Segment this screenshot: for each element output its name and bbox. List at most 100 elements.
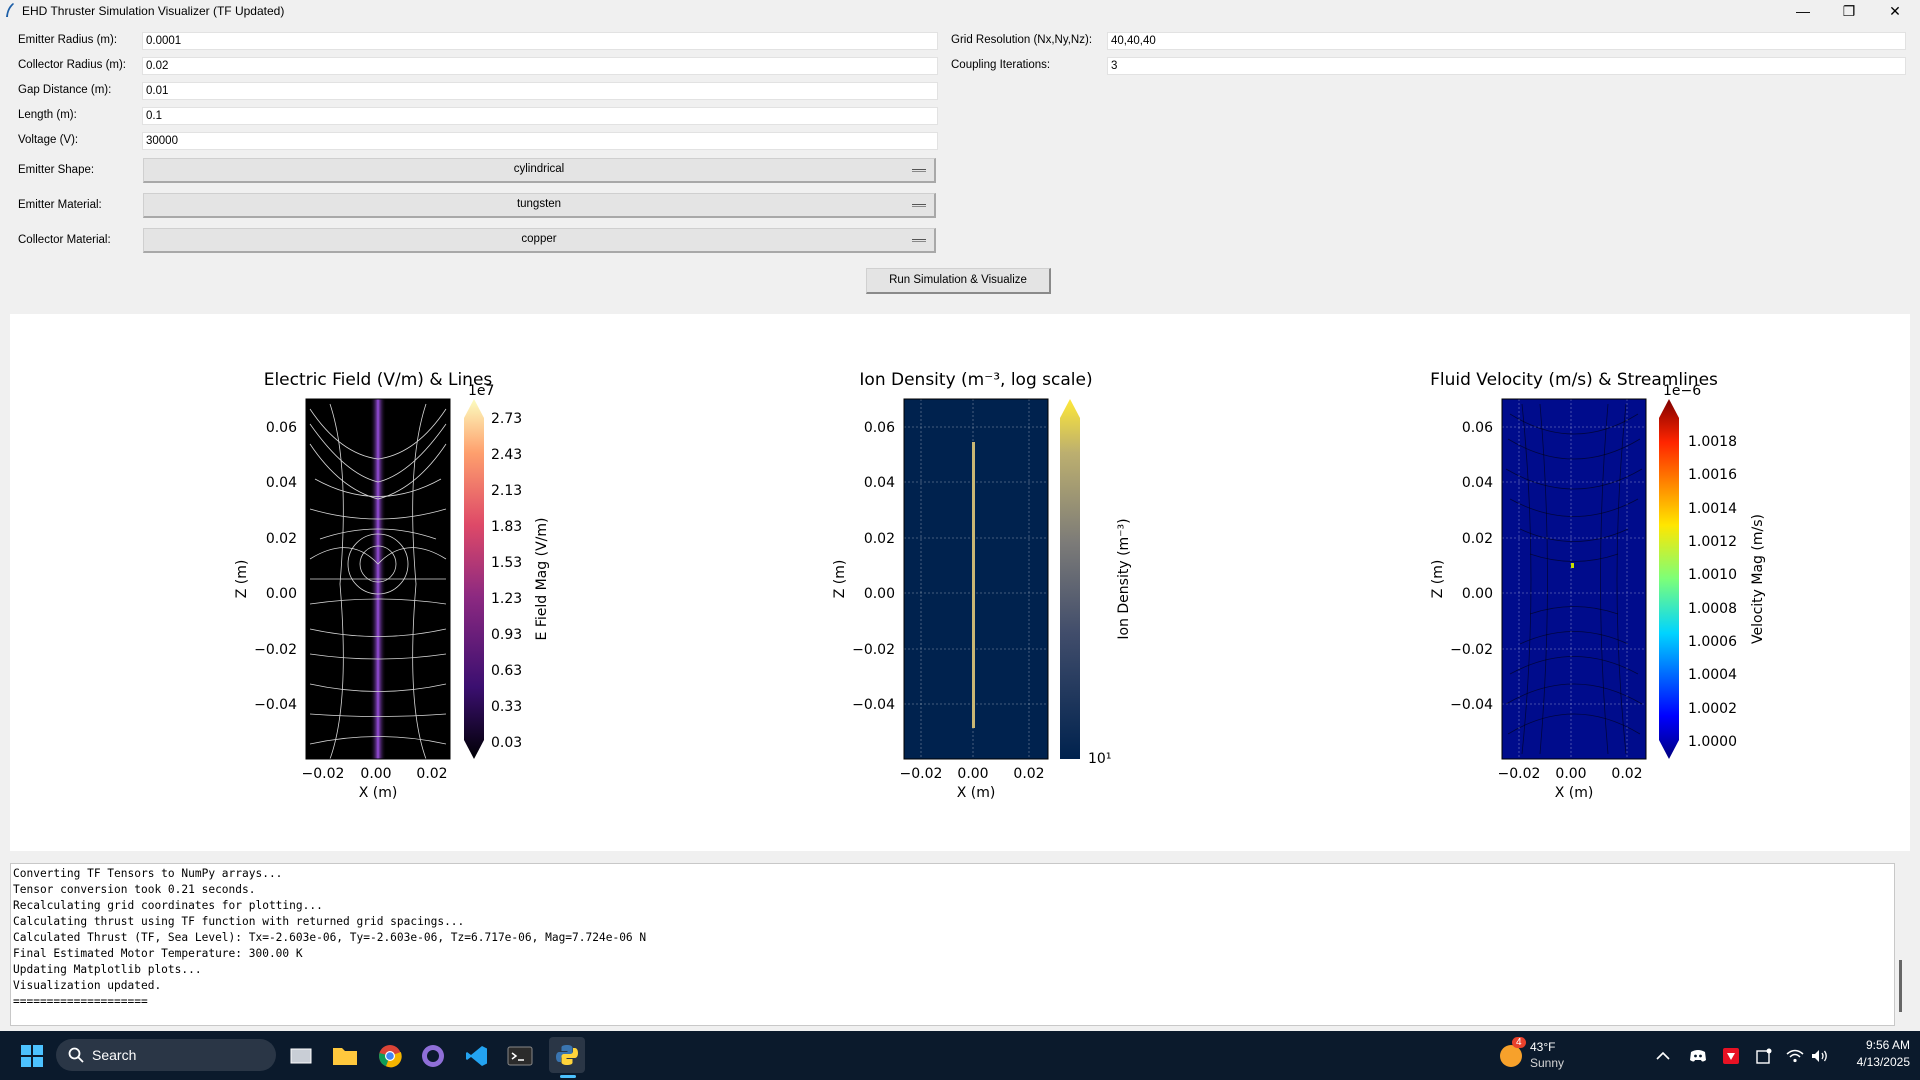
log-line: Calculating thrust using TF function wit…	[13, 915, 465, 928]
y-tick: −0.02	[254, 642, 297, 658]
length-input[interactable]: 0.1	[142, 107, 938, 125]
plot-canvas: Electric Field (V/m) & Lines 0.06 0.04 0…	[10, 314, 1910, 851]
x-axis-label: X (m)	[957, 785, 996, 801]
y-tick: 0.04	[266, 475, 297, 491]
taskbar-search[interactable]: Search	[56, 1039, 276, 1071]
gap-distance-input[interactable]: 0.01	[142, 82, 938, 100]
x-tick: −0.02	[1498, 766, 1541, 782]
y-tick: 0.04	[864, 475, 895, 491]
vscode-icon	[466, 1046, 487, 1066]
cbar-tick: 1.0010	[1688, 567, 1737, 583]
y-tick: 0.02	[266, 531, 297, 547]
restore-button[interactable]: ❐	[1826, 0, 1872, 22]
task-view-button[interactable]	[286, 1041, 316, 1071]
cbar-tick: 0.03	[491, 735, 522, 751]
velocity-spot	[1571, 563, 1574, 568]
discord-tray[interactable]	[1687, 1041, 1709, 1071]
volume-tray[interactable]	[1808, 1041, 1832, 1071]
file-explorer-button[interactable]	[330, 1041, 360, 1071]
weather-widget[interactable]: 4 43°F Sunny	[1498, 1037, 1618, 1073]
tray-overflow-button[interactable]	[1653, 1041, 1673, 1071]
emitter-shape-dropdown[interactable]: cylindrical	[143, 158, 936, 183]
x-tick: 0.02	[1611, 766, 1642, 782]
colorbar-label: Ion Density (m⁻³)	[1116, 518, 1132, 639]
close-button[interactable]: ✕	[1872, 0, 1918, 22]
log-output[interactable]: Converting TF Tensors to NumPy arrays...…	[10, 863, 1895, 1026]
cbar-tick: 1.53	[491, 555, 522, 571]
y-tick: 0.02	[1462, 531, 1493, 547]
search-icon	[68, 1047, 84, 1063]
collector-radius-label: Collector Radius (m):	[18, 59, 126, 71]
dropdown-indicator-icon	[912, 169, 926, 172]
clock[interactable]: 9:56 AM 4/13/2025	[1838, 1038, 1910, 1069]
emitter-material-dropdown[interactable]: tungsten	[143, 193, 936, 218]
cbar-tick: 1.0002	[1688, 701, 1737, 717]
cbar-tick: 0.63	[491, 663, 522, 679]
python-app-button[interactable]	[549, 1037, 585, 1073]
discord-icon	[1690, 1050, 1706, 1062]
windows-icon	[21, 1045, 43, 1067]
log-line: Visualization updated.	[13, 979, 162, 992]
weather-condition: Sunny	[1530, 1056, 1565, 1070]
y-tick: 0.00	[266, 586, 297, 602]
x-tick-labels: −0.02 0.00 0.02	[900, 766, 1045, 782]
active-app-indicator	[560, 1075, 576, 1078]
y-tick: 0.02	[864, 531, 895, 547]
colorbar-ticks: 2.73 2.43 2.13 1.83 1.53 1.23 0.93 0.63 …	[491, 411, 522, 751]
github-desktop-button[interactable]	[418, 1041, 448, 1071]
terminal-button[interactable]	[505, 1041, 535, 1071]
length-label: Length (m):	[18, 109, 77, 121]
chrome-button[interactable]	[375, 1041, 405, 1071]
emitter-radius-input[interactable]: 0.0001	[142, 32, 938, 50]
chevron-up-icon	[1656, 1051, 1670, 1060]
log-line: Recalculating grid coordinates for plott…	[13, 899, 323, 912]
log-scrollbar[interactable]	[1899, 960, 1902, 1012]
log-line: Final Estimated Motor Temperature: 300.0…	[13, 947, 303, 960]
title-bar: EHD Thruster Simulation Visualizer (TF U…	[0, 0, 1920, 22]
cbar-tick: 1.0008	[1688, 601, 1737, 617]
y-axis-label: Z (m)	[1430, 560, 1446, 599]
heatmap-area	[904, 399, 1048, 759]
cbar-tick: 1.0006	[1688, 634, 1737, 650]
cbar-tick: 2.73	[491, 411, 522, 427]
grid-resolution-label: Grid Resolution (Nx,Ny,Nz):	[951, 34, 1093, 46]
red-app-tray[interactable]	[1720, 1041, 1742, 1071]
notification-tray[interactable]	[1753, 1041, 1775, 1071]
cbar-tick: 0.33	[491, 699, 522, 715]
collector-radius-input[interactable]: 0.02	[142, 57, 938, 75]
log-line: Converting TF Tensors to NumPy arrays...	[13, 867, 283, 880]
x-tick: −0.02	[900, 766, 943, 782]
y-axis-label: Z (m)	[832, 560, 848, 599]
colorbar-label: Velocity Mag (m/s)	[1750, 514, 1766, 644]
cbar-tick: 1.0016	[1688, 467, 1737, 483]
clock-time: 9:56 AM	[1865, 1038, 1910, 1052]
chrome-icon	[379, 1045, 402, 1068]
red-app-icon	[1723, 1048, 1739, 1064]
wifi-icon	[1786, 1049, 1804, 1063]
coupling-iterations-input[interactable]: 3	[1107, 57, 1906, 75]
y-tick: −0.04	[852, 697, 895, 713]
minimize-button[interactable]: —	[1780, 0, 1826, 22]
x-tick: 0.02	[1013, 766, 1044, 782]
y-axis-label: Z (m)	[234, 560, 250, 599]
y-tick: −0.04	[1450, 697, 1493, 713]
vscode-button[interactable]	[462, 1041, 492, 1071]
cbar-tick: 1.0000	[1688, 734, 1737, 750]
start-button[interactable]	[17, 1041, 47, 1071]
github-icon	[422, 1045, 444, 1067]
feather-icon	[6, 3, 14, 17]
x-tick-labels: −0.02 0.00 0.02	[1498, 766, 1643, 782]
wifi-tray[interactable]	[1783, 1041, 1807, 1071]
cbar-tick: 1.23	[491, 591, 522, 607]
coupling-iterations-label: Coupling Iterations:	[951, 59, 1051, 71]
run-simulation-button[interactable]: Run Simulation & Visualize	[866, 268, 1051, 294]
cbar-tick: 10¹	[1088, 751, 1111, 767]
plot-title: Electric Field (V/m) & Lines	[264, 370, 493, 390]
x-tick: 0.02	[416, 766, 447, 782]
voltage-input[interactable]: 30000	[142, 132, 938, 150]
collector-material-dropdown[interactable]: copper	[143, 228, 936, 253]
grid-resolution-input[interactable]: 40,40,40	[1107, 32, 1906, 50]
emitter-material-label: Emitter Material:	[18, 199, 102, 211]
x-axis-label: X (m)	[1555, 785, 1594, 801]
dropdown-indicator-icon	[912, 239, 926, 242]
